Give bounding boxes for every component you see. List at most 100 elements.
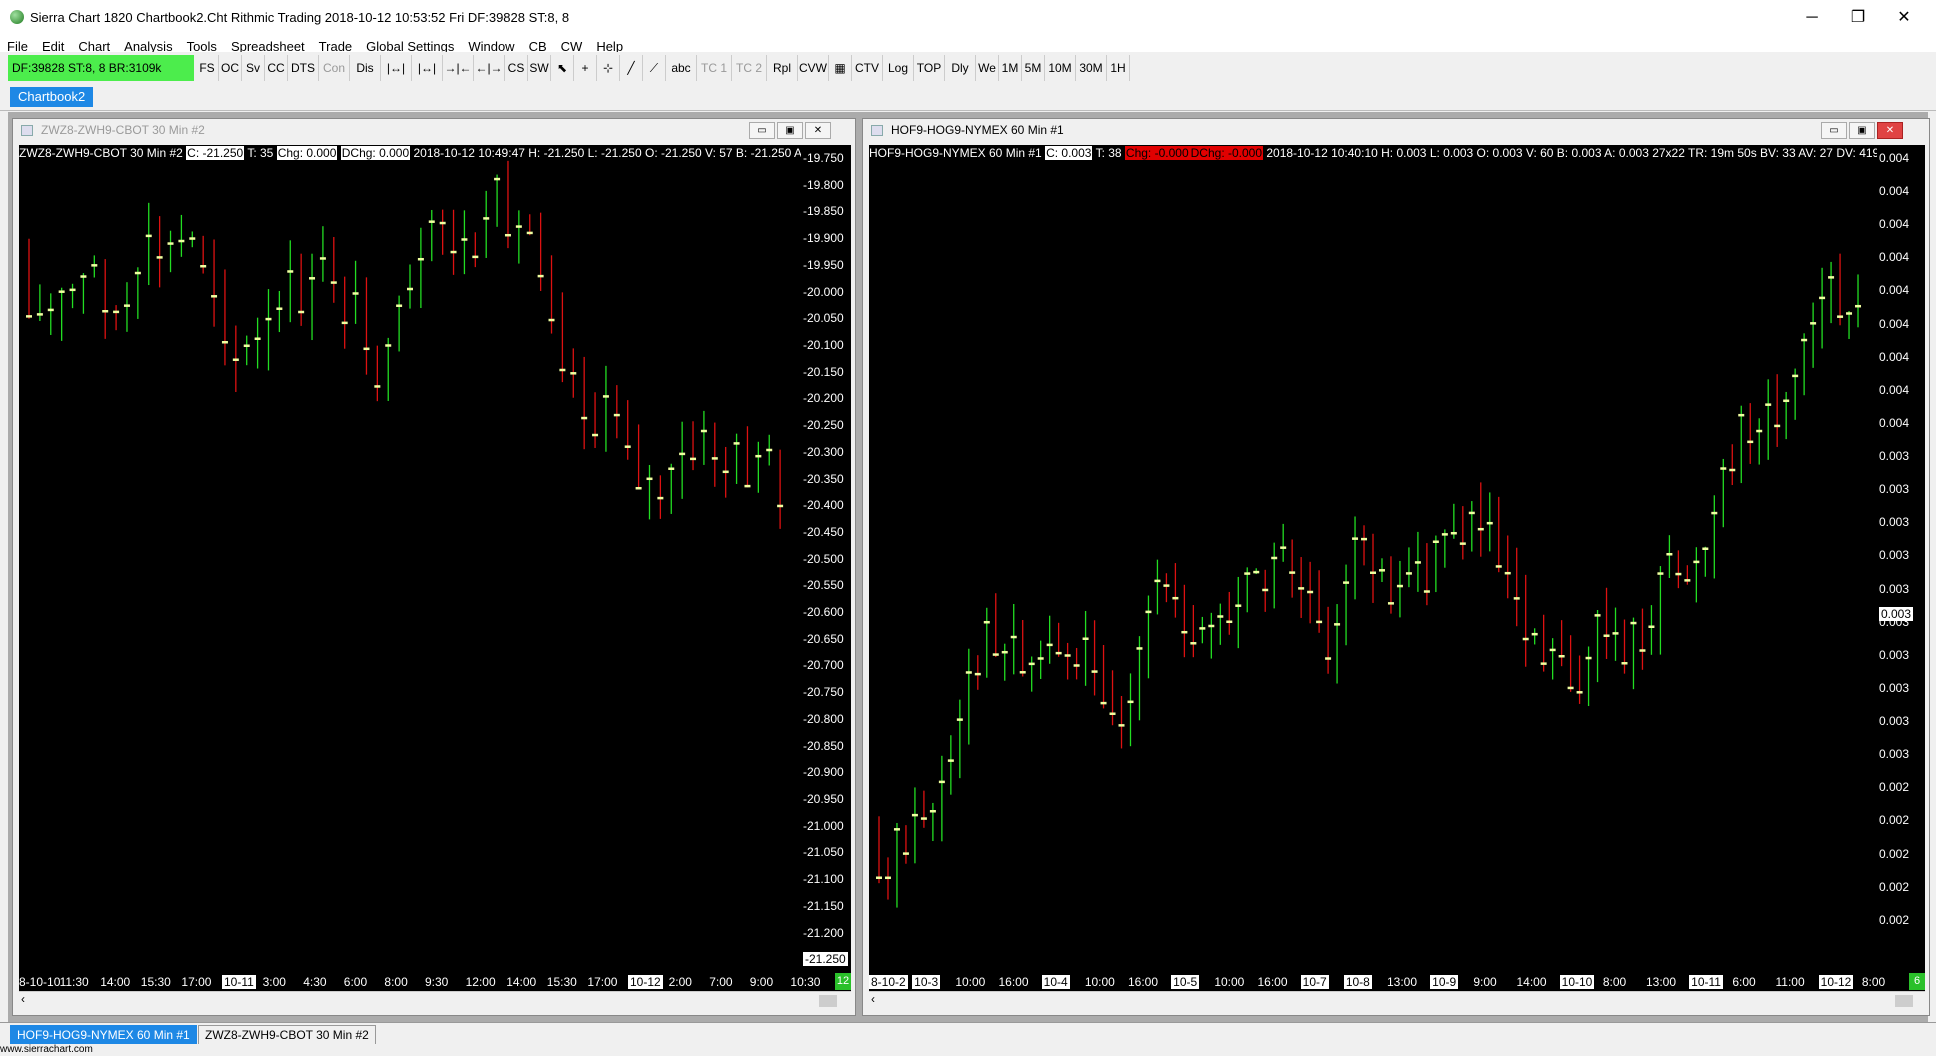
minimize-button[interactable]: ─ bbox=[1790, 6, 1834, 30]
toolbar-button-21[interactable]: Rpl bbox=[767, 55, 798, 81]
toolbar-button-14[interactable]: + bbox=[574, 55, 597, 81]
time-tick-label: 12:00 bbox=[465, 975, 496, 989]
chart-window-title[interactable]: HOF9-HOG9-NYMEX 60 Min #1 bbox=[863, 119, 1929, 141]
toolbar-button-5[interactable]: Con bbox=[319, 55, 350, 81]
time-tick-label: 10-9 bbox=[1430, 975, 1459, 989]
toolbar-button-6[interactable]: Dis bbox=[350, 55, 381, 81]
toolbar-button-11[interactable]: CS bbox=[505, 55, 528, 81]
toolbar-button-15[interactable]: ⊹ bbox=[597, 55, 620, 81]
time-tick-label: 14:00 bbox=[100, 975, 131, 989]
price-tick-label: 0.004 bbox=[1879, 415, 1910, 430]
price-axis[interactable]: 0.004 0.004 0.004 0.004 0.004 0.004 0.004 0.004… bbox=[1877, 145, 1925, 973]
horizontal-scrollbar[interactable]: ‹ bbox=[19, 991, 851, 1010]
price-tick-label: 0.004 bbox=[1879, 217, 1910, 232]
scroll-left-arrow-icon[interactable]: ‹ bbox=[21, 992, 25, 1006]
window-tab-hof9[interactable]: HOF9-HOG9-NYMEX 60 Min #1 bbox=[10, 1025, 197, 1045]
price-tick-label: -20.600 bbox=[803, 605, 844, 620]
time-axis[interactable]: 8-10-10 11:30 14:00 15:30 17:00 10-11 3:00 4:30… bbox=[19, 973, 851, 991]
toolbar-button-4[interactable]: DTS bbox=[288, 55, 319, 81]
price-tick-label: -19.950 bbox=[803, 257, 844, 272]
toolbar-button-26[interactable]: TOP bbox=[914, 55, 945, 81]
scrollbar-thumb[interactable] bbox=[819, 995, 837, 1007]
chart-window-hof9[interactable]: HOF9-HOG9-NYMEX 60 Min #1 ▭ ▣ ✕ HOF9-HOG… bbox=[862, 118, 1930, 1016]
chart-close-button[interactable]: ✕ bbox=[1877, 122, 1903, 139]
restore-button[interactable]: ❐ bbox=[1836, 6, 1880, 30]
chart-info-line: ZWZ8-ZWH9-CBOT 30 Min #2 C: -21.250 T: 3… bbox=[19, 145, 801, 161]
time-tick-label: 11:30 bbox=[59, 975, 89, 989]
time-tick-label: 10-4 bbox=[1041, 975, 1070, 989]
chart-minimize-button[interactable]: ▭ bbox=[749, 122, 775, 139]
toolbar-button-30[interactable]: 5M bbox=[1022, 55, 1045, 81]
toolbar-button-22[interactable]: CVW bbox=[798, 55, 829, 81]
scroll-left-arrow-icon[interactable]: ‹ bbox=[871, 992, 875, 1006]
toolbar-button-33[interactable]: 1H bbox=[1107, 55, 1130, 81]
time-tick-label: 10:00 bbox=[1084, 975, 1115, 989]
time-tick-label: 8-10-10 bbox=[19, 975, 61, 989]
symbol-label: HOF9-HOG9-NYMEX 60 Min #1 bbox=[869, 146, 1042, 160]
toolbar-button-3[interactable]: CC bbox=[265, 55, 288, 81]
toolbar-button-27[interactable]: Dly bbox=[945, 55, 976, 81]
tab-chartbook2[interactable]: Chartbook2 bbox=[10, 87, 94, 107]
time-tick-label: 11:00 bbox=[1775, 975, 1805, 989]
toolbar-button-25[interactable]: Log bbox=[883, 55, 914, 81]
toolbar-button-8[interactable]: |↔| bbox=[412, 55, 443, 81]
connection-status-box[interactable]: DF:39828 ST:8, 8 BR:3109k bbox=[8, 55, 194, 81]
toolbar-button-23[interactable]: ▦ bbox=[829, 55, 852, 81]
toolbar-button-13[interactable]: ⬉ bbox=[551, 55, 574, 81]
time-tick-label: 9:30 bbox=[425, 975, 449, 989]
toolbar-button-7[interactable]: |↔| bbox=[381, 55, 412, 81]
chart-maximize-button[interactable]: ▣ bbox=[777, 122, 803, 139]
toolbar-button-31[interactable]: 10M bbox=[1045, 55, 1076, 81]
toolbar-button-9[interactable]: →|← bbox=[443, 55, 474, 81]
current-price-marker: 0.003 bbox=[1879, 607, 1914, 621]
toolbar-button-20[interactable]: TC 2 bbox=[732, 55, 767, 81]
toolbar-button-16[interactable]: ╱ bbox=[620, 55, 643, 81]
time-tick-label: 14:00 bbox=[506, 975, 537, 989]
price-tick-label: -20.400 bbox=[803, 498, 844, 513]
chart-window-tabs: HOF9-HOG9-NYMEX 60 Min #1 ZWZ8-ZWH9-CBOT… bbox=[0, 1022, 1936, 1045]
close-button[interactable]: ✕ bbox=[1882, 6, 1926, 30]
time-tick-label: 10-11 bbox=[222, 975, 256, 989]
price-tick-label: -19.850 bbox=[803, 204, 844, 219]
time-tick-label: 6:00 bbox=[343, 975, 368, 989]
toolbar-button-32[interactable]: 30M bbox=[1076, 55, 1107, 81]
toolbar-button-12[interactable]: SW bbox=[528, 55, 551, 81]
time-tick-label: 6:00 bbox=[1732, 975, 1756, 989]
time-axis[interactable]: 8-10-2 10-3 10:00 16:00 10-4 10:00 16:00 10-5 10… bbox=[869, 973, 1925, 991]
chart-maximize-button[interactable]: ▣ bbox=[1849, 122, 1875, 139]
toolbar-button-18[interactable]: abc bbox=[666, 55, 697, 81]
app-window: Sierra Chart 1820 Chartbook2.Cht Rithmic… bbox=[0, 0, 1936, 1056]
toolbar-button-10[interactable]: ←|→ bbox=[474, 55, 505, 81]
toolbar-button-2[interactable]: Sv bbox=[242, 55, 265, 81]
time-tick-label: 17:00 bbox=[181, 975, 212, 989]
chart-close-button[interactable]: ✕ bbox=[805, 122, 831, 139]
chart-window-zwz8[interactable]: ZWZ8-ZWH9-CBOT 30 Min #2 ▭ ▣ ✕ ZWZ8-ZWH9… bbox=[12, 118, 856, 1016]
price-chart-plot[interactable]: HOF9-HOG9-NYMEX 60 Min #1 C: 0.003 T: 38… bbox=[869, 145, 1877, 973]
price-tick-label: 0.003 bbox=[1879, 647, 1910, 662]
chart-window-title[interactable]: ZWZ8-ZWH9-CBOT 30 Min #2 bbox=[13, 119, 855, 141]
price-tick-label: 0.002 bbox=[1879, 780, 1910, 795]
window-tab-zwz8[interactable]: ZWZ8-ZWH9-CBOT 30 Min #2 bbox=[198, 1025, 376, 1045]
scrollbar-thumb[interactable] bbox=[1895, 995, 1913, 1007]
trade-count: T: 38 bbox=[1095, 146, 1122, 160]
horizontal-scrollbar[interactable]: ‹ bbox=[869, 991, 1925, 1010]
chart-minimize-button[interactable]: ▭ bbox=[1821, 122, 1847, 139]
price-chart-plot[interactable]: ZWZ8-ZWH9-CBOT 30 Min #2 C: -21.250 T: 3… bbox=[19, 145, 801, 973]
price-axis[interactable]: -19.750 -19.800 -19.850 -19.900 -19.950 -20.0… bbox=[801, 145, 851, 973]
price-tick-label: -20.350 bbox=[803, 471, 844, 486]
toolbar-button-29[interactable]: 1M bbox=[999, 55, 1022, 81]
toolbar-button-17[interactable]: ⟋ bbox=[643, 55, 666, 81]
toolbar-button-24[interactable]: CTV bbox=[852, 55, 883, 81]
toolbar-button-0[interactable]: FS bbox=[196, 55, 219, 81]
price-tick-label: -19.900 bbox=[803, 231, 844, 246]
price-tick-label: 0.002 bbox=[1879, 846, 1910, 861]
price-bars bbox=[26, 160, 784, 529]
bar-data-values: 2018-10-12 10:40:10 H: 0.003 L: 0.003 O:… bbox=[1266, 146, 1877, 160]
toolbar-button-28[interactable]: We bbox=[976, 55, 999, 81]
price-tick-label: -20.950 bbox=[803, 792, 844, 807]
toolbar-button-19[interactable]: TC 1 bbox=[697, 55, 732, 81]
price-tick-label: 0.003 bbox=[1879, 747, 1910, 762]
time-tick-label: 16:00 bbox=[998, 975, 1029, 989]
time-tick-label: 10-10 bbox=[1559, 975, 1595, 989]
toolbar-button-1[interactable]: OC bbox=[219, 55, 242, 81]
